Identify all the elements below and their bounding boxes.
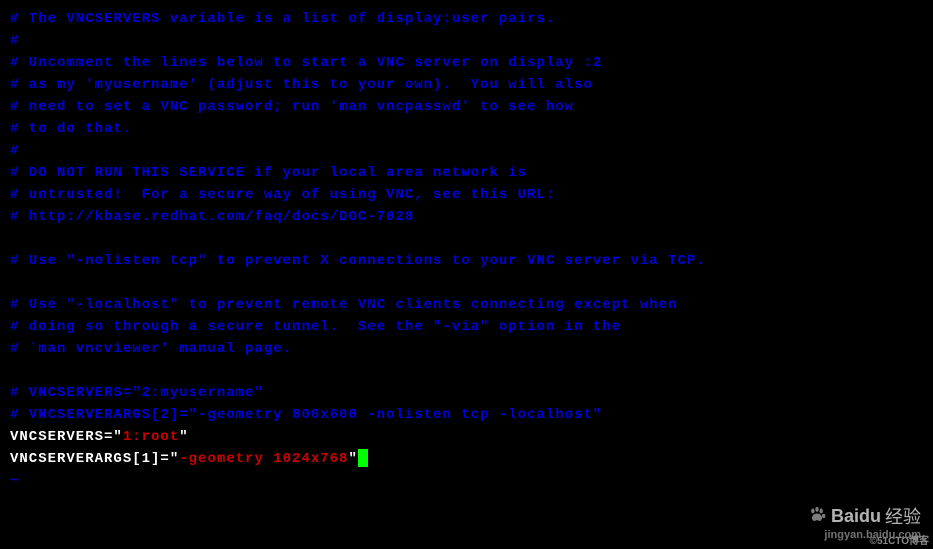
- watermark-brand: Baidu: [831, 506, 881, 527]
- comment-line: # Use "-localhost" to prevent remote VNC…: [10, 294, 923, 316]
- comment-line: # The VNCSERVERS variable is a list of d…: [10, 8, 923, 30]
- comment-line: # Use "-nolisten tcp" to prevent X conne…: [10, 250, 923, 272]
- blank-line: [10, 360, 923, 382]
- comment-line: # VNCSERVERS="2:myusername": [10, 382, 923, 404]
- comment-line: # VNCSERVERARGS[2]="-geometry 800x600 -n…: [10, 404, 923, 426]
- config-value: 1:root: [123, 429, 179, 445]
- watermark-attribution: ©51CTO博客: [870, 532, 929, 547]
- terminal-editor[interactable]: # The VNCSERVERS variable is a list of d…: [10, 8, 923, 492]
- paw-icon: [807, 506, 827, 526]
- config-quote: ": [179, 429, 188, 445]
- blank-line: [10, 272, 923, 294]
- config-key: VNCSERVERS=": [10, 429, 123, 445]
- watermark-label: 经验: [885, 503, 921, 529]
- config-vncserverargs: VNCSERVERARGS[1]="-geometry 1024x768": [10, 448, 923, 470]
- config-quote: ": [348, 451, 357, 467]
- config-key: VNCSERVERARGS[1]=": [10, 451, 179, 467]
- comment-line: #: [10, 30, 923, 52]
- comment-line: # to do that.: [10, 118, 923, 140]
- comment-line: # `man vncviewer' manual page.: [10, 338, 923, 360]
- config-value: -geometry 1024x768: [179, 451, 348, 467]
- comment-line: # Uncomment the lines below to start a V…: [10, 52, 923, 74]
- vi-empty-line-tilde: ~: [10, 470, 923, 492]
- comment-line: # DO NOT RUN THIS SERVICE if your local …: [10, 162, 923, 184]
- cursor-icon: [358, 449, 368, 467]
- comment-line: #: [10, 140, 923, 162]
- comment-line: # http://kbase.redhat.com/faq/docs/DOC-7…: [10, 206, 923, 228]
- blank-line: [10, 228, 923, 250]
- comment-line: # as my 'myusername' (adjust this to you…: [10, 74, 923, 96]
- comment-line: # untrusted! For a secure way of using V…: [10, 184, 923, 206]
- comment-line: # doing so through a secure tunnel. See …: [10, 316, 923, 338]
- comment-line: # need to set a VNC password; run 'man v…: [10, 96, 923, 118]
- config-vncservers: VNCSERVERS="1:root": [10, 426, 923, 448]
